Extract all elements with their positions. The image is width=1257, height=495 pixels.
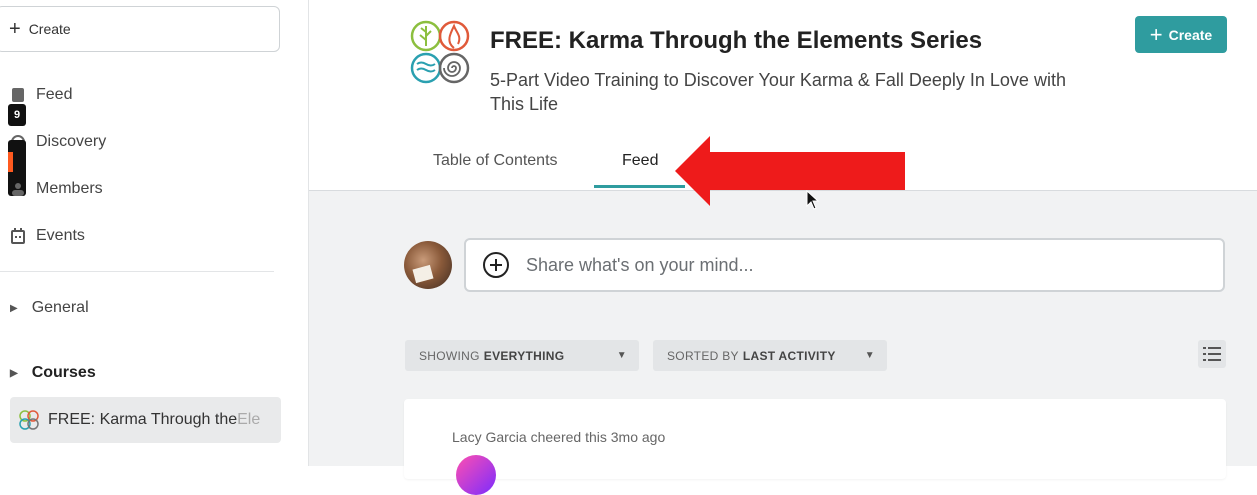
sidebar-item-events[interactable]: Events <box>10 227 85 245</box>
caret-right-icon: ▶ <box>10 302 18 314</box>
tab-table-of-contents[interactable]: Table of Contents <box>433 152 558 170</box>
caret-right-icon: ▶ <box>10 367 18 379</box>
plus-icon: + <box>9 18 21 40</box>
filter-value: EVERYTHING <box>483 348 565 363</box>
sidebar-create-button[interactable]: + Create <box>0 6 280 52</box>
list-icon <box>1203 347 1221 361</box>
course-label-faded: Ele <box>237 411 261 428</box>
page-title: FREE: Karma Through the Elements Series <box>490 27 983 54</box>
course-logo-icon <box>19 410 39 430</box>
members-icon <box>10 180 26 198</box>
mouse-cursor-icon <box>806 190 820 210</box>
sort-prefix: SORTED BY <box>667 348 739 363</box>
sidebar-group-general[interactable]: ▶ General <box>10 299 89 317</box>
post-composer-input[interactable]: Share what's on your mind... <box>464 238 1225 292</box>
sidebar-item-members[interactable]: Members <box>10 180 103 198</box>
elements-logo-icon <box>410 20 470 84</box>
sidebar-item-label: Members <box>36 180 103 197</box>
sidebar-item-label: Feed <box>36 86 73 103</box>
sidebar-item-label: Discovery <box>36 133 107 150</box>
post-activity-text: Lacy Garcia cheered this 3mo ago <box>452 429 666 445</box>
composer-placeholder: Share what's on your mind... <box>526 254 754 275</box>
sidebar-group-label: Courses <box>31 364 96 381</box>
page-subtitle: 5-Part Video Training to Discover Your K… <box>490 70 1066 114</box>
red-arrow-annotation <box>675 136 905 206</box>
sidebar-item-feed[interactable]: Feed <box>10 86 72 104</box>
sidebar-group-courses[interactable]: ▶ Courses <box>10 364 96 382</box>
calendar-icon <box>10 227 26 245</box>
list-view-button[interactable] <box>1198 340 1226 368</box>
create-post-button[interactable]: + Create <box>1135 16 1227 53</box>
sort-value: LAST ACTIVITY <box>742 348 836 363</box>
feed-icon <box>10 86 26 104</box>
create-button-label: Create <box>1168 26 1213 43</box>
sidebar-group-label: General <box>31 299 89 316</box>
sidebar-create-label: Create <box>28 21 71 37</box>
add-circle-icon <box>483 252 509 278</box>
sidebar-item-label: Events <box>36 227 85 244</box>
sort-filter-dropdown[interactable]: SORTED BY LAST ACTIVITY ▼ <box>653 340 887 371</box>
sidebar: + Create Feed 9 Discovery Members Events… <box>0 0 309 466</box>
notification-badge: 9 <box>8 104 26 126</box>
avatar[interactable] <box>404 241 452 289</box>
active-tab-indicator <box>594 185 685 188</box>
tab-feed[interactable]: Feed <box>622 152 658 170</box>
course-label: FREE: Karma Through the <box>48 411 238 428</box>
sidebar-divider <box>0 271 274 272</box>
caret-down-icon: ▼ <box>616 350 627 361</box>
caret-down-icon: ▼ <box>864 350 875 361</box>
avatar[interactable] <box>456 455 496 495</box>
filter-prefix: SHOWING <box>419 348 480 363</box>
showing-filter-dropdown[interactable]: SHOWING EVERYTHING ▼ <box>405 340 639 371</box>
plus-icon: + <box>1149 21 1163 47</box>
sidebar-item-course-karma[interactable]: FREE: Karma Through the Ele <box>10 397 281 443</box>
